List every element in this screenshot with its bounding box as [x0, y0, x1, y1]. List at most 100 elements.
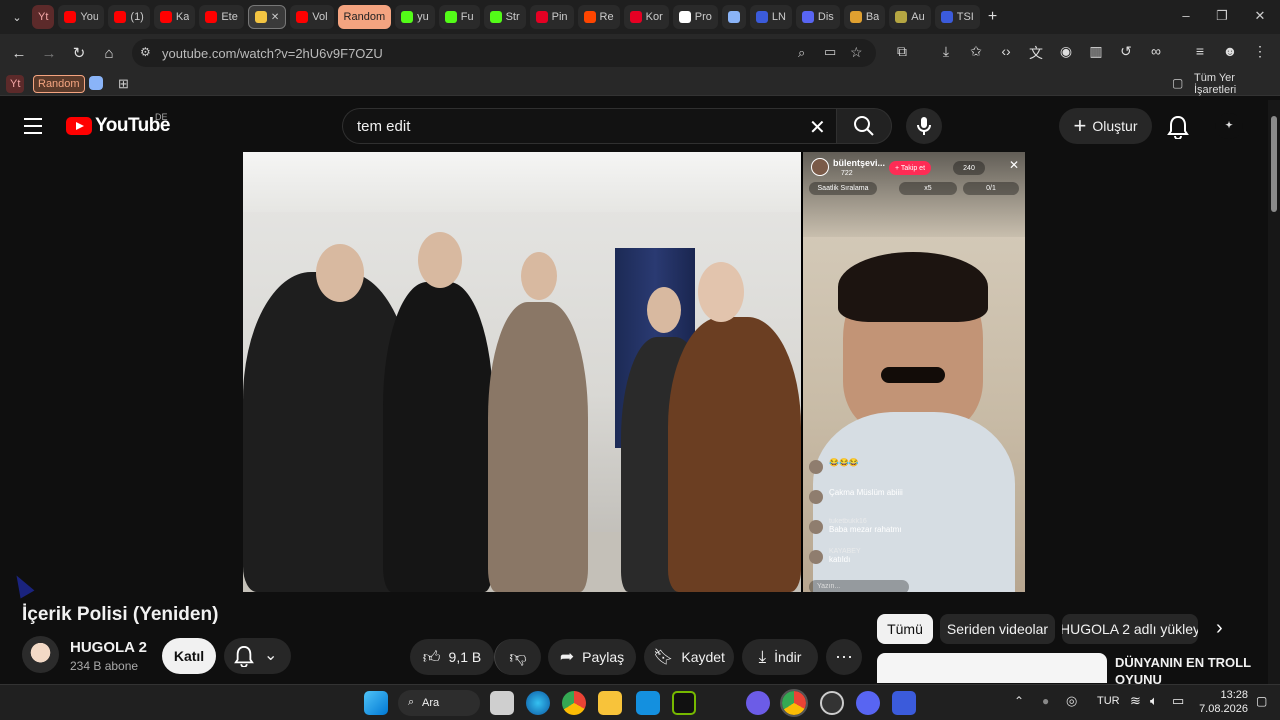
close-tab-icon[interactable]: ✕ — [271, 12, 279, 23]
browser-tab[interactable]: Pro — [672, 5, 718, 29]
browser-tab[interactable]: You — [58, 5, 105, 29]
browser-tab[interactable]: Str — [483, 5, 526, 29]
all-bookmarks[interactable]: Tüm Yer İşaretleri — [1190, 72, 1280, 96]
reload-button[interactable]: ↻ — [68, 42, 90, 64]
extensions-icon[interactable]: ⧉ — [892, 43, 912, 63]
obs-icon[interactable] — [820, 691, 844, 715]
search-input[interactable] — [357, 118, 797, 135]
youtube-logo-icon[interactable] — [66, 117, 92, 135]
join-button[interactable]: Katıl — [162, 638, 216, 674]
notifications-icon[interactable]: ▢ — [1256, 694, 1267, 708]
scrollbar-thumb[interactable] — [1271, 116, 1277, 212]
browser-tab[interactable]: Ka — [153, 5, 196, 29]
account-avatar[interactable]: ✦ — [1215, 113, 1243, 139]
system-clock[interactable]: 13:28 7.08.2026 — [1198, 688, 1248, 716]
bookmark-group-yt[interactable]: Yt — [6, 75, 25, 93]
zoom-icon[interactable]: ⌕ — [798, 45, 805, 61]
history-icon[interactable]: ↺ — [1116, 43, 1136, 63]
battery-icon[interactable]: ▭ — [1172, 693, 1184, 709]
cast-icon[interactable]: ▭ — [824, 44, 836, 60]
bookmark-blue[interactable] — [89, 76, 103, 90]
tray-expand-icon[interactable]: ⌃ — [1014, 694, 1024, 708]
browser-tab[interactable]: Fu — [438, 5, 480, 29]
download-button[interactable]: ⤓ İndir — [742, 639, 818, 675]
nvidia-icon[interactable] — [672, 691, 696, 715]
minimize-button[interactable]: – — [1176, 8, 1196, 23]
profile-icon[interactable]: ☻ — [1220, 43, 1240, 63]
video-player[interactable]: bülentşevi... 722 + Takip et 240 ✕ Saatl… — [243, 152, 1025, 592]
voice-search-button[interactable] — [906, 108, 942, 144]
share-button[interactable]: ➦ Paylaş — [548, 639, 636, 675]
streamer-avatar[interactable] — [811, 158, 829, 176]
site-info-icon[interactable]: ⚙ — [140, 45, 151, 59]
browser-tab[interactable]: (1) — [108, 5, 150, 29]
dislike-button[interactable]: 👎︎ — [494, 639, 541, 675]
volume-icon[interactable]: 🔈︎ — [1150, 693, 1158, 709]
browser-tab[interactable] — [721, 5, 746, 29]
hourly-ranking-badge[interactable]: Saatlik Sıralama — [809, 182, 877, 195]
notifications-bell-icon[interactable] — [1167, 115, 1189, 139]
hamburger-menu-icon[interactable] — [24, 118, 42, 134]
chrome-active-icon[interactable] — [780, 689, 808, 717]
tray-mic-icon[interactable]: ● — [1042, 694, 1049, 708]
related-video-thumbnail[interactable] — [877, 653, 1107, 683]
live-comment-input[interactable]: Yazın... — [809, 580, 909, 592]
follow-button[interactable]: + Takip et — [889, 161, 931, 175]
taskbar-search[interactable]: ⌕ Ara — [398, 690, 480, 716]
task-view-icon[interactable] — [490, 691, 514, 715]
bookmark-group-random[interactable]: Random — [33, 75, 85, 93]
browser-tab[interactable]: Vol — [290, 5, 334, 29]
address-bar[interactable]: ⚙ youtube.com/watch?v=2hU6v9F7OZU ⌕ ▭ ☆ — [132, 39, 876, 67]
close-live-icon[interactable]: ✕ — [1009, 158, 1019, 172]
close-window-button[interactable]: ✕ — [1250, 8, 1270, 24]
browser-tab[interactable]: Ete — [199, 5, 244, 29]
home-button[interactable]: ⌂ — [98, 42, 120, 64]
favorites-icon[interactable]: ✩ — [966, 43, 986, 63]
filter-chip[interactable]: Seriden videolar — [940, 614, 1055, 644]
search-button[interactable] — [836, 108, 892, 144]
chat-app-icon[interactable] — [746, 691, 770, 715]
downloads-icon[interactable]: ⤓ — [936, 43, 956, 63]
edge-icon[interactable] — [526, 691, 550, 715]
browser-tab[interactable]: LN — [749, 5, 792, 29]
clear-search-icon[interactable]: ✕ — [809, 115, 826, 140]
new-tab-button[interactable]: + — [988, 8, 997, 26]
screenshot-icon[interactable]: ◉ — [1056, 43, 1076, 63]
bookmark-star-icon[interactable]: ☆ — [850, 44, 863, 61]
chrome-icon[interactable] — [562, 691, 586, 715]
browser-tab[interactable]: Au — [889, 5, 931, 29]
back-button[interactable]: ← — [8, 42, 30, 64]
browser-tab[interactable]: ✕ — [247, 5, 287, 29]
maximize-button[interactable]: ❐ — [1212, 8, 1232, 24]
browser-tab[interactable]: Ba — [843, 5, 886, 29]
browser-tab[interactable]: TSI — [934, 5, 980, 29]
forward-button[interactable]: → — [38, 42, 60, 64]
channel-avatar[interactable] — [22, 636, 59, 673]
apps-grid-icon[interactable]: ⊞ — [114, 75, 133, 93]
subscription-bell-button[interactable]: ⌄ — [224, 638, 291, 674]
discord-icon[interactable] — [856, 691, 880, 715]
filter-chip[interactable]: Tümü — [877, 614, 933, 644]
save-button[interactable]: 🔖︎ Kaydet — [644, 639, 734, 675]
browser-tab[interactable]: Re — [577, 5, 620, 29]
browser-tab[interactable]: Random — [337, 5, 392, 29]
reading-list-icon[interactable]: ≡ — [1190, 43, 1210, 63]
browser-tab[interactable]: yu — [395, 5, 435, 29]
browser-tab[interactable]: Dis — [795, 5, 840, 29]
link-icon[interactable]: ∞ — [1146, 43, 1166, 63]
create-button[interactable]: + Oluştur — [1059, 108, 1152, 144]
start-button[interactable] — [364, 691, 388, 715]
outlook-icon[interactable] — [636, 691, 660, 715]
app-icon-blue[interactable] — [892, 691, 916, 715]
sidebar-icon[interactable]: ▥ — [1086, 43, 1106, 63]
tab-search-button[interactable]: ⌄ — [6, 6, 28, 28]
translate-icon[interactable]: 文 — [1026, 43, 1046, 63]
page-scrollbar[interactable] — [1268, 100, 1280, 684]
browser-tab[interactable]: Kor — [623, 5, 669, 29]
tray-network-icon[interactable]: ◎ — [1066, 693, 1077, 709]
wifi-icon[interactable]: ≋ — [1130, 693, 1141, 709]
browser-tab[interactable]: Yt — [32, 5, 55, 29]
filter-chip[interactable]: HUGOLA 2 adlı yükley — [1062, 614, 1198, 644]
search-box[interactable]: ✕ — [342, 108, 842, 144]
browser-tab[interactable]: Pin — [529, 5, 574, 29]
